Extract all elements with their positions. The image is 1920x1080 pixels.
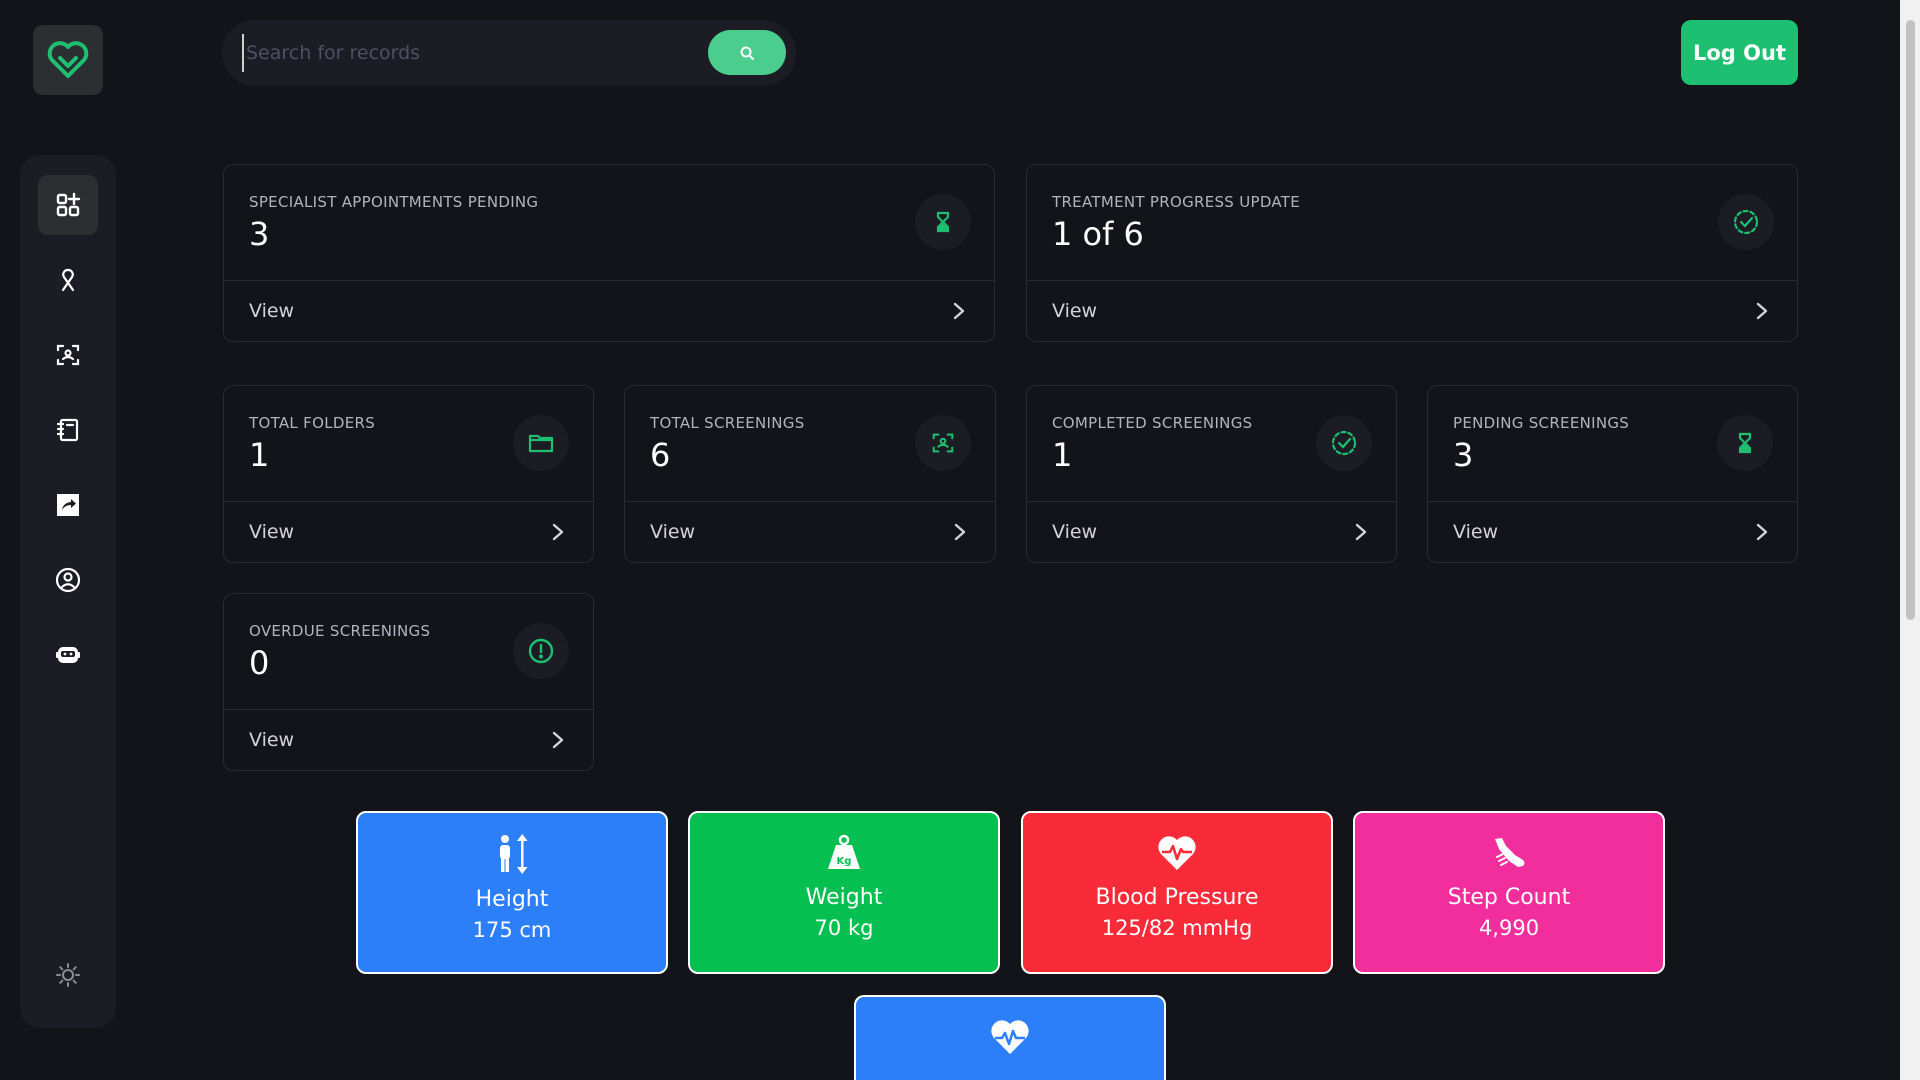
card-view-link[interactable]: View [1428,502,1797,562]
stat-card-completed-screenings: COMPLETED SCREENINGS 1 View [1026,385,1397,563]
stat-card-pending-screenings: PENDING SCREENINGS 3 View [1427,385,1798,563]
metric-tile-blood-pressure[interactable]: Blood Pressure 125/82 mmHg [1021,811,1333,974]
notebook-icon [56,418,79,442]
metric-tile-step-count[interactable]: Step Count 4,990 [1353,811,1665,974]
card-value: 3 [249,215,270,253]
chevron-right-icon [1355,523,1367,541]
svg-text:Kg: Kg [837,856,852,867]
metric-value: 125/82 mmHg [1101,916,1253,940]
heart-rate-icon [991,1020,1029,1054]
heart-pulse-icon [1158,836,1196,870]
sidebar-item-ribbon[interactable] [38,250,98,310]
view-label: View [1453,521,1499,543]
card-view-link[interactable]: View [224,281,994,341]
card-value: 1 of 6 [1052,215,1144,253]
card-value: 3 [1453,436,1474,474]
metric-tile-heart-rate[interactable] [854,995,1166,1080]
shoe-icon [1495,838,1525,867]
card-value: 1 [249,436,270,474]
sidebar-item-share[interactable] [38,475,98,535]
metric-value: 175 cm [472,918,552,942]
app-logo[interactable] [33,25,103,95]
search-button[interactable] [708,30,786,75]
scrollbar-thumb[interactable] [1906,20,1915,620]
stat-card-overdue-screenings: OVERDUE SCREENINGS 0 View [223,593,594,771]
chevron-right-icon [552,523,564,541]
sun-icon [56,963,80,987]
stat-card-specialist-appointments: SPECIALIST APPOINTMENTS PENDING 3 View [223,164,995,342]
sidebar-item-profile[interactable] [38,550,98,610]
metric-tile-height[interactable]: Height 175 cm [356,811,668,974]
check-circle-dashed-icon [1718,194,1774,250]
card-label: PENDING SCREENINGS [1453,414,1630,432]
search-bar [222,20,796,86]
card-view-link[interactable]: View [1027,281,1797,341]
metric-title: Blood Pressure [1095,885,1259,910]
card-value: 6 [650,436,671,474]
stat-card-treatment-progress: TREATMENT PROGRESS UPDATE 1 of 6 View [1026,164,1798,342]
search-input[interactable] [242,34,702,72]
chevron-right-icon [1756,523,1768,541]
view-label: View [249,300,295,322]
scan-person-icon [915,415,971,471]
metric-title: Weight [805,885,883,910]
folder-icon [513,415,569,471]
weight-icon: Kg [828,834,860,869]
sidebar-item-dashboard[interactable] [38,175,98,235]
hourglass-icon [1717,415,1773,471]
height-icon [500,834,528,874]
card-label: TREATMENT PROGRESS UPDATE [1052,193,1301,211]
card-label: TOTAL SCREENINGS [650,414,805,432]
robot-icon [56,647,80,663]
card-label: SPECIALIST APPOINTMENTS PENDING [249,193,539,211]
view-label: View [1052,300,1098,322]
card-value: 1 [1052,436,1073,474]
chevron-right-icon [1756,302,1768,320]
sidebar-item-assistant[interactable] [38,625,98,685]
user-circle-icon [55,567,81,593]
card-label: COMPLETED SCREENINGS [1052,414,1253,432]
card-view-link[interactable]: View [224,502,593,562]
card-label: TOTAL FOLDERS [249,414,376,432]
card-view-link[interactable]: View [1027,502,1396,562]
awareness-ribbon-icon [61,268,75,292]
scan-person-icon [56,344,80,366]
sidebar-item-screening[interactable] [38,325,98,385]
card-view-link[interactable]: View [224,710,593,770]
logout-button[interactable]: Log Out [1681,20,1798,85]
hourglass-icon [915,194,971,250]
view-label: View [249,729,295,751]
chevron-right-icon [953,302,965,320]
search-icon [740,46,754,60]
alert-circle-icon [513,623,569,679]
heart-logo-icon [47,41,89,78]
sidebar-item-records[interactable] [38,400,98,460]
page-scrollbar[interactable] [1900,0,1920,1080]
check-circle-dashed-icon [1316,415,1372,471]
metric-tile-weight[interactable]: Kg Weight 70 kg [688,811,1000,974]
sidebar [20,155,116,1028]
metric-value: 70 kg [814,916,874,940]
stat-card-total-folders: TOTAL FOLDERS 1 View [223,385,594,563]
metric-title: Step Count [1447,885,1571,910]
stat-card-total-screenings: TOTAL SCREENINGS 6 View [624,385,996,563]
card-label: OVERDUE SCREENINGS [249,622,431,640]
dashboard-grid-icon [56,192,81,217]
metric-title: Height [475,887,549,912]
view-label: View [650,521,696,543]
view-label: View [249,521,295,543]
metric-value: 4,990 [1478,916,1540,940]
card-value: 0 [249,644,270,682]
chevron-right-icon [552,731,564,749]
view-label: View [1052,521,1098,543]
share-box-icon [57,494,79,516]
theme-toggle[interactable] [38,945,98,1005]
chevron-right-icon [954,523,966,541]
card-view-link[interactable]: View [625,502,995,562]
